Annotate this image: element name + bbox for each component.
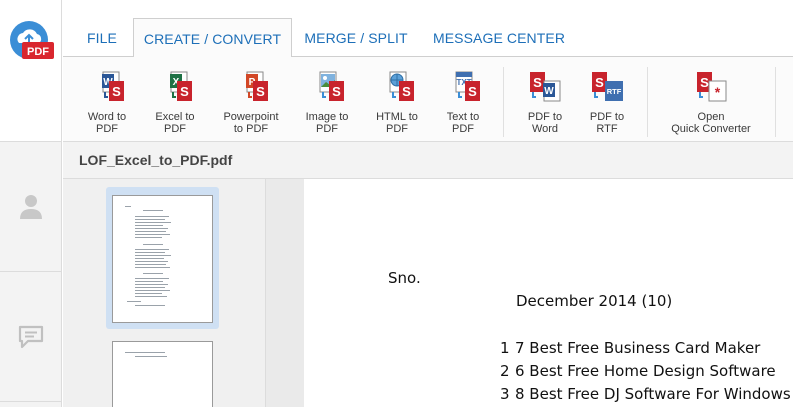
svg-text:S: S — [533, 75, 542, 90]
powerpoint-to-pdf-icon: P S — [246, 71, 268, 101]
document-header: LOF_Excel_to_PDF.pdf — [63, 142, 793, 179]
word-to-pdf-icon: W S — [102, 71, 124, 101]
document-filename: LOF_Excel_to_PDF.pdf — [79, 152, 233, 168]
svg-text:*: * — [715, 84, 721, 100]
text-to-pdf-label-2: PDF — [452, 123, 474, 135]
doc-line-date-heading: December 2014 (10) — [516, 292, 673, 310]
page-thumbnail-selected[interactable] — [106, 187, 219, 329]
page-thumbnails-panel — [63, 179, 266, 407]
quick-converter-icon: S * — [697, 72, 727, 102]
excel-to-pdf-label-2: PDF — [164, 123, 186, 135]
ribbon-separator — [647, 67, 648, 137]
excel-to-pdf-button[interactable]: X S Excel to PDF — [147, 71, 203, 135]
html-to-pdf-icon: S — [389, 71, 414, 101]
powerpoint-to-pdf-button[interactable]: P S Powerpoint to PDF — [219, 71, 283, 135]
html-to-pdf-label-2: PDF — [386, 123, 408, 135]
pdf-to-word-button[interactable]: S W PDF to Word — [517, 71, 573, 135]
html-to-pdf-button[interactable]: S HTML to PDF — [369, 71, 425, 135]
svg-text:S: S — [468, 84, 477, 99]
document-page: Sno. December 2014 (10) 1 7 Best Free Bu… — [304, 179, 793, 407]
html-to-pdf-label-1: HTML to — [376, 111, 418, 123]
svg-text:S: S — [256, 84, 265, 99]
svg-text:S: S — [332, 84, 341, 99]
powerpoint-to-pdf-label-1: Powerpoint — [223, 111, 279, 123]
doc-line-sno: Sno. — [388, 269, 421, 287]
svg-text:S: S — [402, 84, 411, 99]
svg-text:RTF: RTF — [607, 87, 622, 96]
tab-create-convert[interactable]: CREATE / CONVERT — [133, 18, 292, 58]
svg-text:W: W — [544, 86, 554, 97]
word-to-pdf-label-1: Word to — [87, 111, 127, 123]
word-to-pdf-label-2: PDF — [96, 123, 118, 135]
chat-bubble-icon — [18, 325, 44, 348]
pdf-to-rtf-button[interactable]: S RTF PDF to RTF — [579, 71, 635, 135]
left-rail: PDF — [0, 0, 62, 407]
ribbon-toolbar: W S Word to PDF X S Excel to PDF P S Pow… — [63, 57, 793, 142]
doc-line-num: 2 — [500, 362, 510, 380]
user-icon — [20, 194, 42, 219]
svg-text:S: S — [112, 84, 121, 99]
quick-converter-label-1: Open — [697, 111, 725, 123]
excel-to-pdf-label-1: Excel to — [155, 111, 195, 123]
pdf-to-rtf-icon: S RTF — [592, 72, 623, 101]
powerpoint-to-pdf-label-2: to PDF — [233, 123, 269, 135]
svg-text:S: S — [595, 75, 604, 90]
svg-text:S: S — [700, 75, 709, 90]
doc-line-item: 6 Best Free Home Design Software — [515, 362, 776, 380]
doc-line-item: 7 Best Free Business Card Maker — [515, 339, 761, 357]
tab-message-center[interactable]: MESSAGE CENTER — [423, 18, 575, 58]
excel-to-pdf-icon: X S — [170, 71, 192, 101]
quick-converter-label-2: Quick Converter — [671, 123, 751, 135]
page-thumbnail-1 — [112, 195, 213, 323]
tab-bar: FILE CREATE / CONVERT MERGE / SPLIT MESS… — [63, 0, 793, 58]
pdf-to-word-label-1: PDF to — [527, 111, 563, 123]
svg-text:S: S — [180, 84, 189, 99]
image-to-pdf-button[interactable]: S Image to PDF — [299, 71, 355, 135]
ribbon-separator — [503, 67, 504, 137]
text-to-pdf-button[interactable]: TXT S Text to PDF — [435, 71, 491, 135]
word-to-pdf-button[interactable]: W S Word to PDF — [79, 71, 135, 135]
pdf-to-rtf-label-2: RTF — [596, 123, 618, 135]
logo-text: PDF — [27, 46, 49, 58]
text-to-pdf-icon: TXT S — [455, 71, 480, 101]
quick-converter-button[interactable]: S * Open Quick Converter — [661, 71, 761, 135]
document-gutter — [266, 179, 304, 407]
image-to-pdf-icon: S — [319, 71, 344, 101]
account-button[interactable] — [0, 142, 62, 272]
page-thumbnail-2[interactable] — [112, 341, 213, 407]
text-to-pdf-label-1: Text to — [446, 111, 480, 123]
tab-file[interactable]: FILE — [73, 18, 131, 58]
pdf-cloud-logo-icon: PDF — [10, 21, 54, 59]
doc-line-num: 3 — [500, 385, 510, 403]
pdf-to-word-label-2: Word — [531, 123, 559, 135]
ribbon-separator — [775, 67, 776, 137]
image-to-pdf-label-1: Image to — [305, 111, 349, 123]
doc-line-num: 1 — [500, 339, 510, 357]
tab-merge-split[interactable]: MERGE / SPLIT — [294, 18, 418, 58]
pdf-to-rtf-label-1: PDF to — [589, 111, 625, 123]
doc-line-item: 8 Best Free DJ Software For Windows — [515, 385, 791, 403]
pdf-to-word-icon: S W — [530, 72, 561, 102]
messages-button[interactable] — [0, 272, 62, 402]
image-to-pdf-label-2: PDF — [316, 123, 338, 135]
app-logo[interactable]: PDF — [0, 0, 62, 142]
